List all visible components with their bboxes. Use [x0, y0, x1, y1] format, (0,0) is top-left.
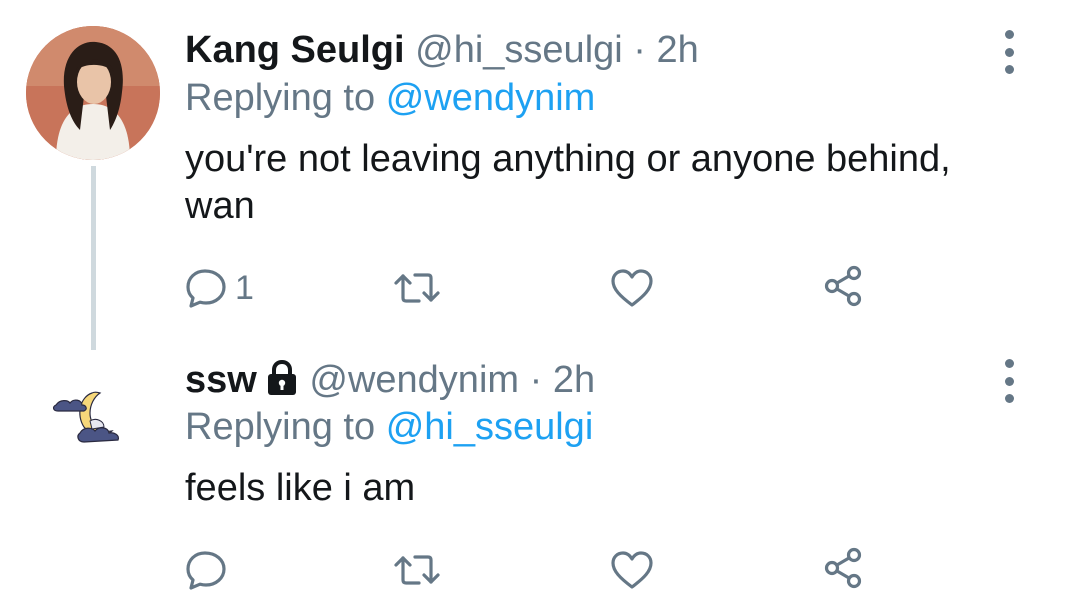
reply-button[interactable]: 1	[185, 266, 254, 310]
reply-icon	[186, 269, 226, 308]
like-icon	[611, 269, 653, 307]
retweet-button[interactable]	[393, 548, 441, 592]
retweet-icon	[394, 555, 440, 585]
display-name[interactable]: ssw	[185, 359, 257, 401]
display-name[interactable]: Kang Seulgi	[185, 29, 405, 71]
user-handle[interactable]: @wendynim	[309, 359, 519, 401]
replying-to-line: Replying to @wendynim	[185, 76, 595, 120]
lock-icon	[265, 359, 299, 406]
replying-to-line: Replying to @hi_sseulgi	[185, 405, 593, 449]
separator-dot: ·	[633, 29, 646, 71]
like-button[interactable]	[610, 548, 654, 592]
share-button[interactable]	[824, 264, 864, 308]
replying-to-label: Replying to	[185, 77, 376, 119]
thread-connector-line	[91, 166, 96, 350]
tweet-header: ssw @wendynim · 2h	[185, 358, 595, 406]
reply-icon	[186, 551, 226, 590]
replying-to-link[interactable]: @wendynim	[386, 77, 596, 119]
avatar-ssw[interactable]	[50, 385, 135, 455]
tweet-text: you're not leaving anything or anyone be…	[185, 138, 951, 227]
more-options-icon[interactable]	[999, 30, 1019, 74]
timestamp[interactable]: 2h	[657, 29, 699, 71]
tweet-header: Kang Seulgi @hi_sseulgi · 2h	[185, 28, 699, 72]
tweet-text: feels like i am	[185, 467, 416, 509]
avatar-photo	[26, 26, 160, 160]
reply-button[interactable]	[185, 548, 235, 592]
avatar-kang-seulgi[interactable]	[26, 26, 160, 160]
reply-count: 1	[235, 268, 254, 307]
share-icon	[824, 547, 862, 589]
replying-to-link[interactable]: @hi_sseulgi	[386, 406, 594, 448]
separator-dot: ·	[529, 359, 543, 401]
user-handle[interactable]: @hi_sseulgi	[415, 29, 623, 71]
retweet-button[interactable]	[393, 266, 441, 310]
replying-to-label: Replying to	[185, 406, 376, 448]
share-button[interactable]	[824, 546, 864, 590]
avatar-moon-cloud-image	[52, 391, 119, 443]
like-button[interactable]	[610, 266, 654, 310]
timestamp[interactable]: 2h	[553, 359, 595, 401]
share-icon	[824, 265, 862, 307]
like-icon	[611, 551, 653, 589]
retweet-icon	[394, 273, 440, 303]
more-options-icon[interactable]	[999, 359, 1019, 403]
